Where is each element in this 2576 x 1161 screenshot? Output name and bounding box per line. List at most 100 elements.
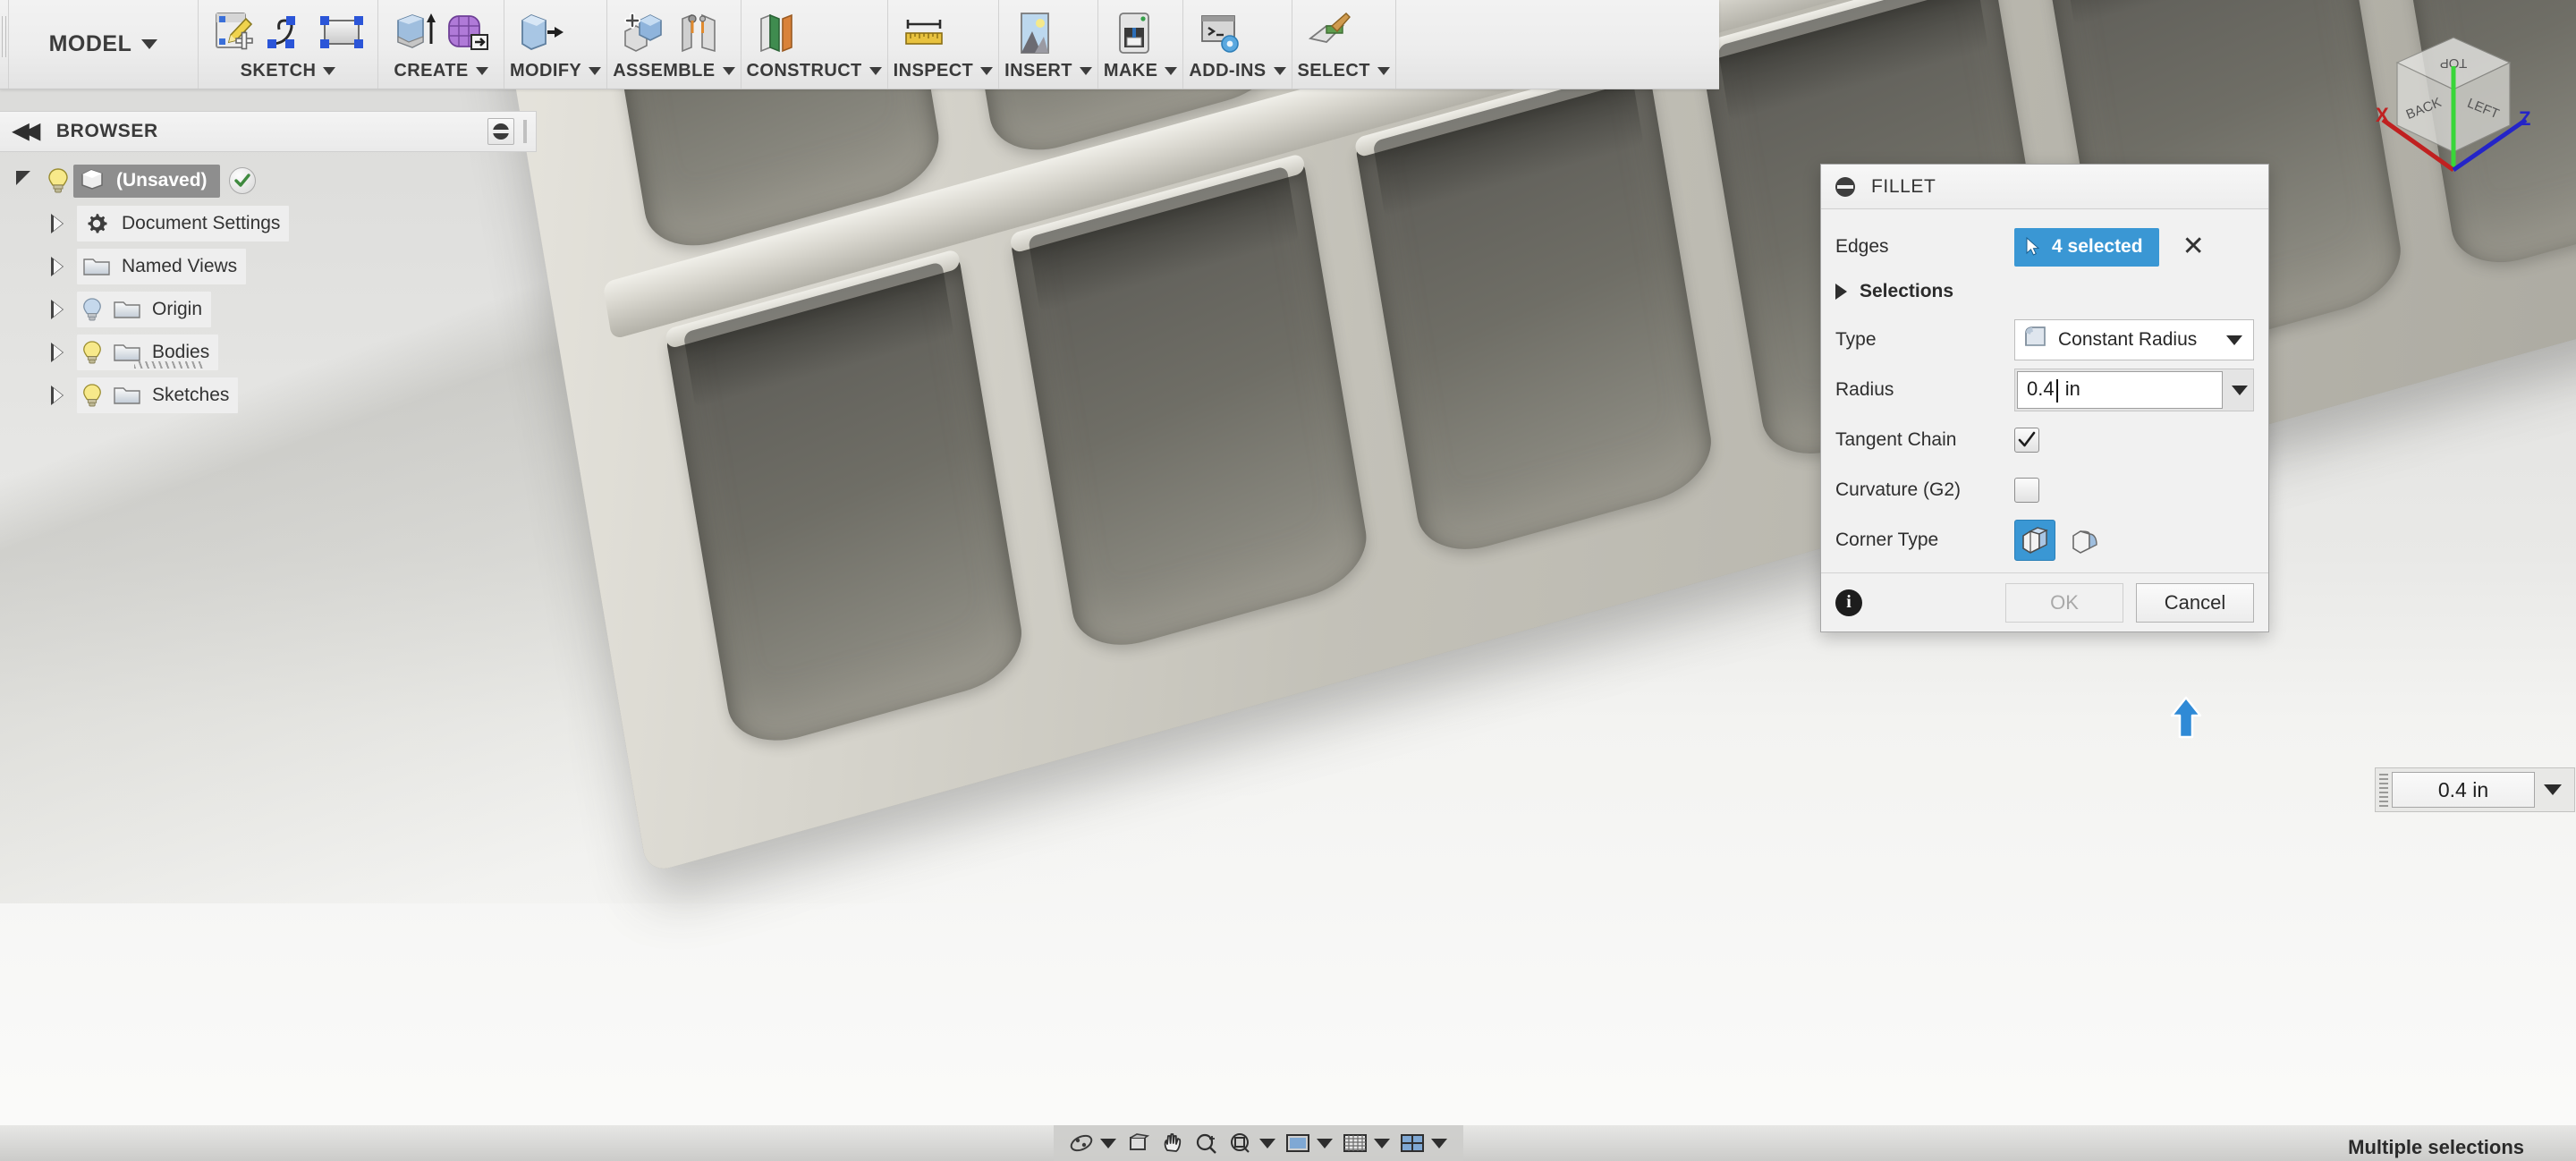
offset-plane-icon[interactable]	[752, 8, 802, 58]
ok-button[interactable]: OK	[2005, 583, 2123, 623]
viewports-caret-icon[interactable]	[1431, 1139, 1447, 1148]
setback-icon[interactable]	[2064, 520, 2106, 561]
measure-icon[interactable]	[899, 8, 949, 58]
3d-print-icon[interactable]	[1109, 8, 1159, 58]
visibility-bulb-off-icon[interactable]	[77, 297, 107, 322]
component-icon	[79, 166, 106, 196]
twisty-collapsed-icon[interactable]	[38, 386, 77, 405]
create-form-icon[interactable]	[443, 8, 493, 58]
visibility-bulb-icon[interactable]	[43, 167, 73, 194]
folder-icon	[77, 255, 116, 278]
look-at-icon[interactable]	[1123, 1129, 1154, 1157]
chevron-down-icon	[476, 67, 488, 75]
drag-handle-icon[interactable]	[2379, 774, 2388, 808]
collapse-left-icon[interactable]: ◀◀	[13, 121, 35, 142]
chevron-down-icon[interactable]	[2232, 386, 2248, 395]
twisty-collapsed-icon[interactable]	[38, 343, 77, 362]
tree-item-unsaved[interactable]: (Unsaved)	[0, 159, 537, 202]
type-value: Constant Radius	[2058, 329, 2217, 351]
panel-label-sketch[interactable]: SKETCH	[204, 61, 372, 89]
tree-item-label: Origin	[147, 299, 202, 320]
display-settings-icon[interactable]	[1283, 1129, 1313, 1157]
grid-snaps-icon[interactable]	[1340, 1129, 1370, 1157]
tangent-chain-checkbox[interactable]	[2014, 428, 2039, 453]
viewports-icon[interactable]	[1397, 1129, 1428, 1157]
browser-title: BROWSER	[56, 121, 158, 142]
panel-label-select[interactable]: SELECT	[1298, 61, 1390, 89]
pan-hand-icon[interactable]	[1157, 1129, 1188, 1157]
press-pull-icon[interactable]	[515, 8, 565, 58]
tree-item-unsaved-selected[interactable]: (Unsaved)	[73, 165, 220, 198]
insert-image-icon[interactable]	[1010, 8, 1060, 58]
fit-icon[interactable]	[1225, 1129, 1256, 1157]
type-select[interactable]: Constant Radius	[2014, 319, 2254, 360]
tree-item-origin[interactable]: Origin	[0, 288, 537, 331]
select-paint-icon[interactable]	[1303, 8, 1353, 58]
tree-item-named-views[interactable]: Named Views	[0, 245, 537, 288]
minimize-icon[interactable]	[1835, 177, 1855, 197]
dialog-titlebar[interactable]: FILLET	[1821, 165, 2268, 209]
visibility-bulb-icon[interactable]	[77, 340, 107, 365]
tree-item-hover-underline	[134, 361, 204, 369]
tree-item-document-settings[interactable]: Document Settings	[0, 202, 537, 245]
navigation-bar	[1054, 1125, 1463, 1161]
panel-label-assemble[interactable]: ASSEMBLE	[613, 61, 734, 89]
sketch-rectangle-icon[interactable]	[317, 8, 367, 58]
curvature-checkbox[interactable]	[2014, 478, 2039, 503]
edges-selection-button[interactable]: 4 selected	[2014, 228, 2159, 267]
radius-input[interactable]: 0.4 in	[2017, 371, 2223, 409]
panel-label-insert[interactable]: INSERT	[1004, 61, 1092, 89]
selections-section-toggle[interactable]: Selections	[1835, 272, 2254, 315]
orbit-icon[interactable]	[1066, 1129, 1097, 1157]
fit-caret-icon[interactable]	[1259, 1139, 1275, 1148]
zoom-icon[interactable]	[1191, 1129, 1222, 1157]
tree-item-bodies[interactable]: Bodies	[0, 331, 537, 374]
rolling-ball-icon[interactable]	[2014, 520, 2055, 561]
canvas-radius-value[interactable]: 0.4 in	[2392, 772, 2535, 808]
twisty-collapsed-icon[interactable]	[38, 257, 77, 276]
chevron-down-icon	[1080, 67, 1092, 75]
canvas-radius-field[interactable]: 0.4 in	[2375, 767, 2575, 812]
panel-select: SELECT	[1292, 0, 1396, 89]
close-icon[interactable]: ✕	[2182, 233, 2205, 260]
display-caret-icon[interactable]	[1317, 1139, 1333, 1148]
saved-check-icon[interactable]	[229, 167, 256, 194]
create-sketch-icon[interactable]	[209, 8, 259, 58]
twisty-collapsed-icon[interactable]	[38, 300, 77, 319]
axis-label-z: Z	[2519, 107, 2530, 130]
cancel-button[interactable]: Cancel	[2136, 583, 2254, 623]
curvature-row: Curvature (G2)	[1835, 465, 2254, 515]
twisty-collapsed-icon[interactable]	[38, 214, 77, 233]
visibility-bulb-icon[interactable]	[77, 383, 107, 408]
new-component-icon[interactable]	[618, 8, 668, 58]
panel-label-modify[interactable]: MODIFY	[510, 61, 601, 89]
panel-label-inspect[interactable]: INSPECT	[894, 61, 993, 89]
view-cube[interactable]: TOP BACK LEFT X Z	[2360, 7, 2547, 177]
panel-label-construct[interactable]: CONSTRUCT	[747, 61, 882, 89]
ribbon-grip[interactable]	[0, 0, 9, 89]
chevron-down-icon[interactable]	[2544, 784, 2562, 795]
chevron-down-icon	[589, 67, 601, 75]
fillet-type-icon	[2022, 324, 2049, 356]
orbit-caret-icon[interactable]	[1100, 1139, 1116, 1148]
panel-resize-grip[interactable]	[523, 120, 527, 143]
grid-caret-icon[interactable]	[1374, 1139, 1390, 1148]
display-settings-icon[interactable]	[487, 118, 514, 145]
panel-modify: MODIFY	[504, 0, 607, 89]
info-icon[interactable]: i	[1835, 589, 1862, 616]
drag-arrow-icon[interactable]	[2168, 696, 2204, 741]
twisty-expanded-icon[interactable]	[4, 174, 43, 188]
scripts-addins-icon[interactable]	[1194, 8, 1244, 58]
folder-icon	[107, 384, 147, 407]
tree-item-sketches[interactable]: Sketches	[0, 374, 537, 417]
joint-icon[interactable]	[672, 8, 722, 58]
extrude-icon[interactable]	[389, 8, 439, 58]
sketch-spline-icon[interactable]	[263, 8, 313, 58]
edges-label: Edges	[1835, 236, 2014, 258]
workspace-selector[interactable]: MODEL	[9, 0, 199, 89]
panel-label-make[interactable]: MAKE	[1104, 61, 1178, 89]
panel-label-addins[interactable]: ADD-INS	[1189, 61, 1285, 89]
browser-header: ◀◀ BROWSER	[0, 111, 537, 152]
panel-label-create[interactable]: CREATE	[384, 61, 498, 89]
radius-spinner[interactable]: 0.4 in	[2014, 369, 2254, 411]
